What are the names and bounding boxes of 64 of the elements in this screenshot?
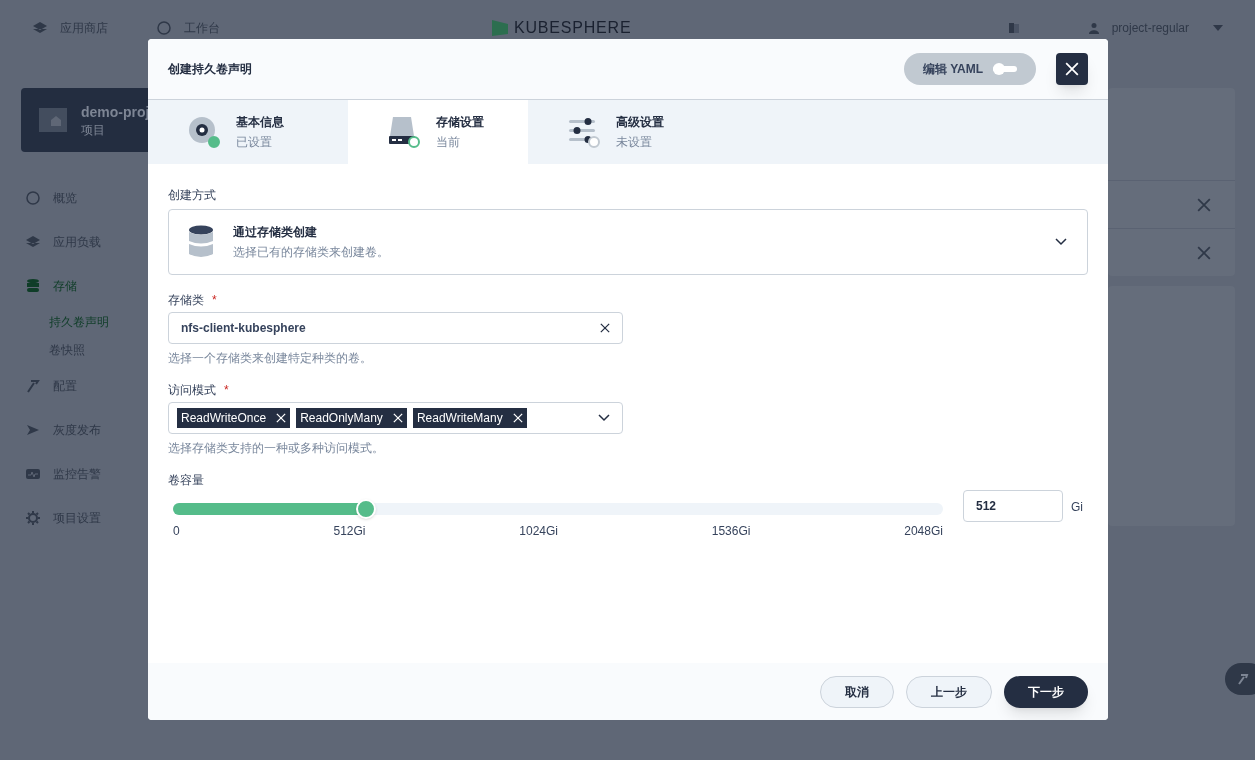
toggle-switch[interactable] [993, 63, 1018, 75]
access-mode-select[interactable]: ReadWriteOnce ReadOnlyMany ReadWriteMany [168, 402, 623, 434]
field-hint: 选择一个存储类来创建特定种类的卷。 [168, 350, 373, 366]
database-icon [189, 225, 213, 259]
hard-drive-icon [388, 116, 416, 144]
select-value: nfs-client-kubesphere [181, 320, 306, 336]
step-status: 未设置 [616, 134, 653, 151]
required-mark: * [212, 292, 217, 308]
secondary-button[interactable]: 取消 [820, 675, 894, 708]
remove-icon[interactable] [512, 413, 523, 423]
clear-icon[interactable] [600, 323, 610, 333]
hammer-icon [25, 378, 41, 394]
tool-button[interactable] [1225, 663, 1255, 695]
mode-tag: ReadWriteOnce [177, 408, 291, 428]
layers-icon [32, 20, 48, 36]
capacity-input[interactable]: 512 [963, 490, 1063, 522]
yaml-toggle[interactable]: 编辑 YAML [904, 53, 1036, 85]
tick-label: 512Gi [333, 523, 366, 539]
layers-icon [25, 234, 41, 250]
sidebar-subitem[interactable]: 持久卷声明 [21, 308, 148, 336]
secondary-button[interactable]: 上一步 [906, 675, 992, 708]
mode-tag: ReadOnlyMany [296, 408, 407, 428]
storage-class-select[interactable]: nfs-client-kubesphere [168, 312, 623, 344]
logo-text: KUBESPHERE [514, 18, 632, 38]
step-status: 已设置 [236, 134, 273, 151]
remove-icon[interactable] [392, 413, 403, 423]
sliders-icon [568, 116, 596, 144]
tick-label: 1024Gi [519, 523, 558, 539]
dialog-title: 创建持久卷声明 [168, 61, 252, 77]
step-title: 高级设置 [616, 114, 664, 131]
slider-thumb[interactable] [355, 499, 376, 519]
sidebar-item[interactable]: 存储 [53, 278, 77, 294]
disc-icon [188, 116, 216, 144]
field-label: 存储类 [168, 292, 204, 308]
chevron-down-icon[interactable] [1055, 238, 1067, 246]
field-label: 访问模式 [168, 382, 216, 398]
field-hint: 选择存储类支持的一种或多种访问模式。 [168, 440, 385, 456]
close-button[interactable] [1056, 53, 1088, 85]
monitor-icon [25, 466, 41, 482]
method-title: 通过存储类创建 [233, 224, 318, 241]
user-icon [1087, 22, 1100, 34]
unit-label: Gi [1071, 499, 1083, 515]
tick-label: 2048Gi [904, 523, 943, 539]
field-label: 创建方式 [168, 187, 217, 203]
gear-icon [25, 510, 41, 526]
project-type: 项目 [81, 122, 106, 138]
step-status: 当前 [436, 134, 461, 151]
database-icon [25, 278, 41, 294]
required-mark: * [224, 382, 229, 398]
field-label: 卷容量 [168, 472, 205, 488]
tick-label: 0 [173, 523, 180, 539]
step-title: 存储设置 [436, 114, 484, 131]
mode-tag: ReadWriteMany [412, 408, 527, 428]
next-button[interactable]: 下一步 [1004, 675, 1088, 708]
chevron-down-icon[interactable] [598, 414, 610, 422]
remove-icon[interactable] [276, 413, 287, 423]
method-description: 选择已有的存储类来创建卷。 [233, 244, 389, 261]
step-title: 基本信息 [236, 114, 284, 131]
project-name: demo-proj [81, 103, 150, 122]
method-select[interactable]: 通过存储类创建 选择已有的存储类来创建卷。 [168, 209, 1088, 275]
step-tab[interactable]: 存储设置 当前 [348, 100, 528, 164]
hammer-icon [1237, 673, 1249, 685]
tick-label: 1536Gi [711, 523, 751, 539]
slider-track[interactable] [173, 503, 943, 515]
